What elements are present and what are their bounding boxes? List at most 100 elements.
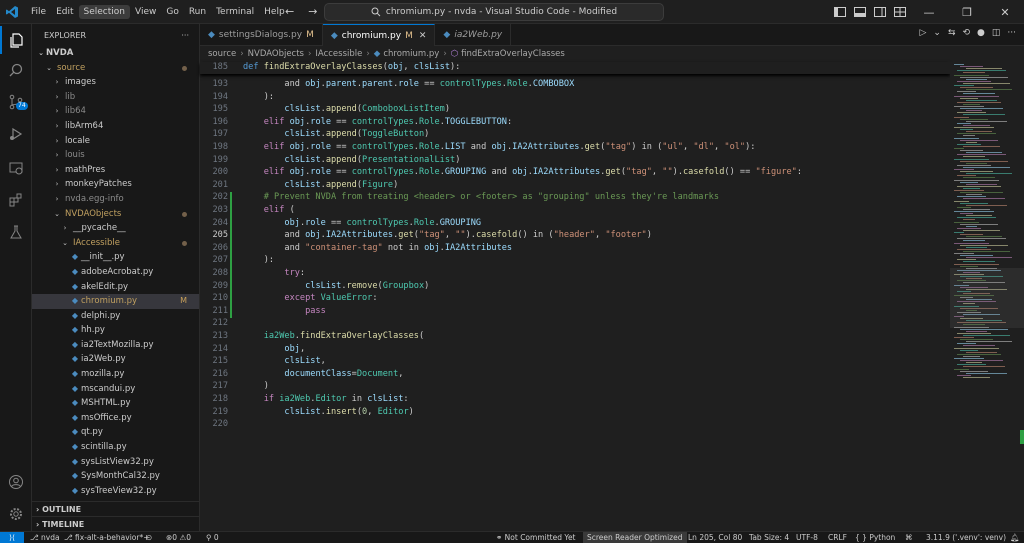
menu-terminal[interactable]: Terminal [211,5,259,19]
folder-item[interactable]: › nvda.egg-info [32,192,199,207]
file-item[interactable]: ◆ mscandui.py [32,382,199,397]
folder-item[interactable]: › monkeyPatches [32,177,199,192]
run-dropdown-icon[interactable]: ⌄ [933,28,941,38]
minimap[interactable] [950,62,1024,531]
back-arrow-icon[interactable]: ← [285,5,294,18]
account-icon[interactable] [0,468,32,496]
toggle-primary-sidebar-icon[interactable] [833,6,847,18]
file-item[interactable]: ◆ ia2TextMozilla.py [32,338,199,353]
folder-item[interactable]: › louis [32,148,199,163]
file-item[interactable]: ◆ scintilla.py [32,440,199,455]
toggle-secondary-sidebar-icon[interactable] [873,6,887,18]
folder-item[interactable]: › images [32,75,199,90]
sticky-scroll-header[interactable]: 185 def findExtraOverlayClasses(obj, clsL… [200,62,950,74]
toggle-panel-icon[interactable] [853,6,867,18]
more-actions-icon[interactable]: ··· [181,31,189,40]
cursor-position[interactable]: Ln 205, Col 80 [688,532,742,543]
minimap-line [963,156,985,158]
tab-settingsdialogs[interactable]: ◆ settingsDialogs.py M [200,24,323,46]
menu-edit[interactable]: Edit [51,5,78,19]
file-item[interactable]: ◆ mozilla.py [32,367,199,382]
open-changes-icon[interactable]: ⇆ [948,28,956,38]
menu-view[interactable]: View [130,5,161,19]
close-tab-icon[interactable]: ✕ [419,31,427,41]
code-editor[interactable]: 193 and obj.parent.parent.role == contro… [200,62,950,531]
source-control-icon[interactable]: 74 [0,88,32,116]
file-item[interactable]: ◆ chromium.py M [32,294,199,309]
search-icon[interactable] [0,56,32,84]
git-blame[interactable]: ⚭ Not Committed Yet [496,532,576,543]
close-icon[interactable]: ✕ [986,0,1024,24]
outline-section[interactable]: › OUTLINE [32,501,199,516]
file-item[interactable]: ◆ hh.py [32,323,199,338]
problems-indicator[interactable]: ⊗0 ⚠0 [166,532,191,543]
git-diff-icon[interactable]: ● [977,28,985,38]
run-debug-icon[interactable] [0,120,32,148]
customize-layout-icon[interactable] [893,6,907,18]
breadcrumb-item[interactable]: IAccessible [315,49,362,59]
minimap-line [960,139,998,141]
tab-ia2web[interactable]: ◆ ia2Web.py [435,24,512,46]
folder-item[interactable]: ⌄ source [32,61,199,76]
remote-indicator-icon[interactable]: ⟩⟨ [0,532,24,543]
code-line: ): [243,92,274,102]
explorer-icon[interactable] [0,26,32,54]
encoding[interactable]: UTF-8 [796,532,818,543]
file-item[interactable]: ◆ ia2Web.py [32,352,199,367]
folder-item[interactable]: ⌄ NVDAObjects [32,207,199,222]
timeline-section[interactable]: › TIMELINE [32,516,199,531]
file-item[interactable]: ◆ akelEdit.py [32,280,199,295]
split-editor-icon[interactable]: ◫ [992,28,1001,38]
menu-go[interactable]: Go [161,5,183,19]
end-of-line[interactable]: CRLF [828,532,847,543]
screen-reader-mode[interactable]: Screen Reader Optimized [583,532,687,543]
tab-chromium[interactable]: ◆ chromium.py M ✕ [322,24,436,46]
sync-icon[interactable]: ⊙ [146,532,152,543]
file-item[interactable]: ◆ sysTreeView32.py [32,484,199,499]
restore-icon[interactable]: ❐ [948,0,986,24]
breadcrumb-item[interactable]: chromium.py [383,49,439,59]
language-mode[interactable]: { } Python [855,532,895,543]
menu-selection[interactable]: Selection [78,4,130,19]
remote-explorer-icon[interactable] [0,154,32,182]
branch-name[interactable]: ⎇ fix-alt-a-behavior*+ [64,532,149,543]
python-interpreter[interactable]: 3.11.9 ('.venv': venv) [926,532,1006,543]
breadcrumb-item[interactable]: findExtraOverlayClasses [461,49,565,59]
minimize-icon[interactable]: — [910,0,948,24]
folder-item[interactable]: › mathPres [32,163,199,178]
folder-item[interactable]: › locale [32,134,199,149]
breadcrumb-item[interactable]: source [208,49,236,59]
ports-indicator[interactable]: ⚲ 0 [206,532,219,543]
forward-arrow-icon[interactable]: → [308,5,317,18]
file-item[interactable]: ◆ __init__.py [32,250,199,265]
folder-item[interactable]: ⌄ IAccessible [32,236,199,251]
compare-icon[interactable]: ⟲ [962,28,970,38]
folder-item[interactable]: › libArm64 [32,119,199,134]
folder-item[interactable]: › lib [32,90,199,105]
file-item[interactable]: ◆ qt.py [32,425,199,440]
more-actions-icon[interactable]: ··· [1007,28,1016,38]
file-item[interactable]: ◆ SysMonthCal32.py [32,469,199,484]
command-center[interactable]: chromium.py - nvda - Visual Studio Code … [324,3,664,21]
menu-run[interactable]: Run [184,5,211,19]
folder-item[interactable]: › lib64 [32,104,199,119]
file-item[interactable]: ◆ msOffice.py [32,411,199,426]
file-item[interactable]: ◆ delphi.py [32,309,199,324]
menu-file[interactable]: File [26,5,51,19]
testing-icon[interactable] [0,218,32,246]
minimap-line [954,74,989,76]
tab-size[interactable]: Tab Size: 4 [749,532,789,543]
file-item[interactable]: ◆ MSHTML.py [32,396,199,411]
breadcrumb-item[interactable]: NVDAObjects [248,49,304,59]
python-env-icon[interactable]: ⌘ [905,532,913,543]
file-item[interactable]: ◆ adobeAcrobat.py [32,265,199,280]
workspace-root[interactable]: ⌄ NVDA [32,46,199,61]
extensions-icon[interactable] [0,186,32,214]
run-python-icon[interactable]: ▷ [919,28,926,38]
minimap-viewport[interactable] [950,268,1024,328]
notifications-bell-icon[interactable]: 🔔︎ [1010,532,1020,543]
file-item[interactable]: ◆ sysListView32.py [32,455,199,470]
folder-item[interactable]: › __pycache__ [32,221,199,236]
branch-repo[interactable]: ⎇ nvda [30,532,60,543]
manage-gear-icon[interactable] [0,500,32,528]
